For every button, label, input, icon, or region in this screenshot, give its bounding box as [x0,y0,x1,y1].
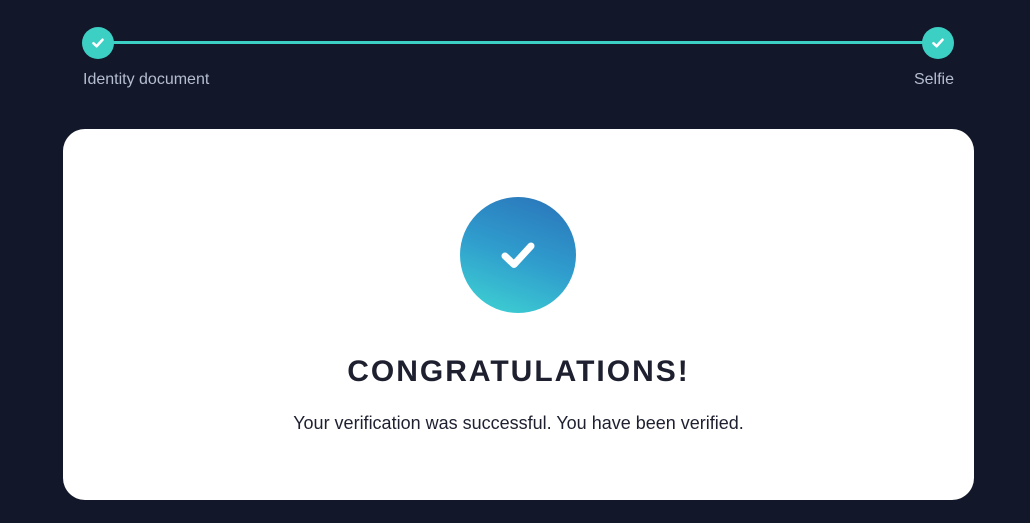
check-icon [92,38,104,48]
success-title: CONGRATULATIONS! [347,355,690,388]
success-badge [460,197,576,313]
check-icon [501,242,535,268]
verification-success-card: CONGRATULATIONS! Your verification was s… [63,129,974,500]
verification-stepper: Identity document Selfie [0,0,1030,110]
step-identity-document-indicator [82,27,114,59]
check-icon [932,38,944,48]
step-selfie-label: Selfie [913,71,954,88]
stepper-progress-line [98,41,940,44]
success-message: Your verification was successful. You ha… [293,413,744,433]
step-identity-document-label: Identity document [83,71,210,88]
step-selfie-indicator [922,27,954,59]
